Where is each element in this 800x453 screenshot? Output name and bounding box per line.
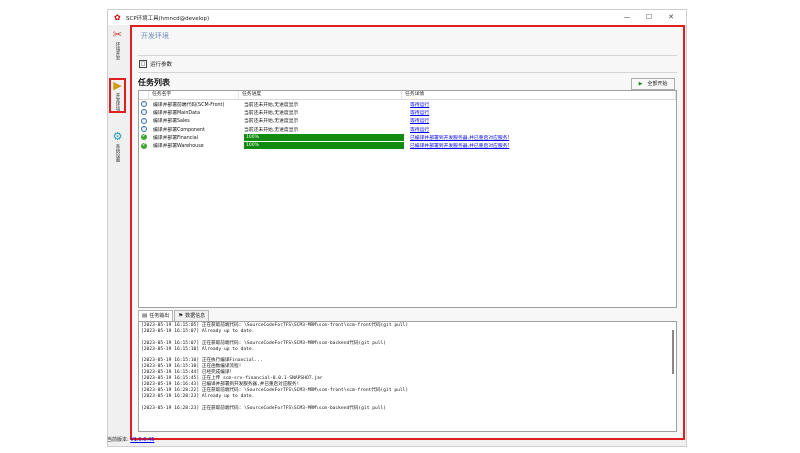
task-detail-link[interactable]: 等待运行 (407, 126, 676, 133)
task-progress: 当前还未开始,无进度显示 (243, 126, 407, 133)
pending-chevron-icon: ˅ (141, 101, 147, 108)
header-task-progress: 任务进度 (239, 91, 402, 99)
header-task-detail: 任务详情 (402, 91, 676, 99)
window-title: SCP环境工具(hmncd@develop) (126, 15, 210, 22)
status-cell: ˅ (139, 109, 149, 116)
run-params-label: 运行参数 (150, 62, 173, 68)
table-row[interactable]: ˅ 编译并部署前端代码(SCM-Front) 当前还未开始,无进度显示 等待运行 (139, 100, 676, 108)
table-row[interactable]: ˅ 编译并部署Component 当前还未开始,无进度显示 等待运行 (139, 125, 676, 133)
task-name: 编译并部署MainData (153, 110, 200, 116)
task-list-title: 任务列表 (138, 78, 170, 87)
task-name: 编译并部署Component (153, 127, 205, 133)
tab-task-output[interactable]: ▤ 任务输出 (138, 310, 174, 321)
table-row[interactable]: ˅ 编译并部署Sales 当前还未开始,无进度显示 等待运行 (139, 117, 676, 125)
sidebar-item-settings[interactable]: ⚙ 系统设置 (109, 130, 126, 163)
task-progress: 100% (243, 133, 407, 141)
task-detail-link[interactable]: 等待运行 (407, 117, 676, 124)
expand-icon: □ (139, 60, 147, 68)
progress-text: 当前还未开始,无进度显示 (244, 110, 299, 116)
tab-data-info[interactable]: ⚑ 数据信息 (174, 310, 210, 321)
sidebar-item-dev-env[interactable]: ▶ 开发环境 (109, 78, 126, 113)
output-icon: ▤ (142, 313, 148, 319)
status-cell: ✔ (139, 142, 149, 149)
tab-label: 数据信息 (185, 313, 206, 319)
output-tabs: ▤ 任务输出 ⚑ 数据信息 (138, 310, 210, 321)
progress-bar: 100% (244, 133, 404, 141)
task-detail-link[interactable]: 等待运行 (407, 109, 676, 116)
section-title: 开发环境 (141, 32, 169, 40)
task-progress: 100% (243, 142, 407, 150)
pending-chevron-icon: ˅ (141, 117, 147, 124)
task-rows: ˅ 编译并部署前端代码(SCM-Front) 当前还未开始,无进度显示 等待运行 ˅ 编译… (139, 100, 676, 150)
task-progress: 当前还未开始,无进度显示 (243, 101, 407, 108)
header-status (139, 91, 149, 99)
task-grid: 任务名字 任务进度 任务详情 ˅ 编译并部署前端代码(SCM-Front) 当前还未… (138, 90, 677, 308)
sidebar: ✂ 环境开发 ▶ 开发环境 ⚙ 系统设置 (108, 25, 127, 446)
pending-chevron-icon: ˅ (141, 109, 147, 116)
status-cell: ✔ (139, 134, 149, 141)
table-row[interactable]: ✔ 编译并部署Financial 100% 已编译并部署到开发服务器,并已重启对应服务… (139, 133, 676, 141)
task-name: 编译并部署前端代码(SCM-Front) (153, 102, 225, 108)
status-cell: ˅ (139, 101, 149, 108)
tab-label: 任务输出 (149, 313, 170, 319)
task-name: 编译并部署Financial (153, 135, 198, 141)
main-panel: 开发环境 □ 运行参数 任务列表 ▶ 全部开始 任务名字 任务进度 任务详情 ˅ 编… (130, 25, 685, 440)
check-circle-icon: ✔ (141, 142, 147, 149)
tags-icon: ⚑ (178, 313, 184, 319)
divider (138, 72, 677, 73)
check-circle-icon: ✔ (141, 134, 147, 141)
version-label: 当前版本: (107, 437, 129, 443)
start-all-label: 全部开始 (647, 81, 668, 87)
app-window: ✿ SCP环境工具(hmncd@develop) — ☐ ✕ ✂ 环境开发 ▶ … (107, 9, 687, 447)
progress-text: 当前还未开始,无进度显示 (244, 119, 299, 125)
table-row[interactable]: ✔ 编译并部署Warehouse 100% 已编译并部署到开发服务器,并已重启对应服务… (139, 141, 676, 150)
sidebar-item-label: 环境开发 (115, 42, 120, 60)
task-detail-link[interactable]: 已编译并部署到开发服务器,并已重启对应服务! (407, 134, 676, 141)
sidebar-item-label: 开发环境 (115, 93, 120, 111)
grid-header: 任务名字 任务进度 任务详情 (139, 91, 676, 100)
minimize-button[interactable]: — (616, 10, 638, 25)
task-detail-link[interactable]: 等待运行 (407, 101, 676, 108)
task-progress: 当前还未开始,无进度显示 (243, 117, 407, 124)
task-detail-link[interactable]: 已编译并部署到开发服务器,并已重启对应服务! (407, 142, 676, 149)
pending-chevron-icon: ˅ (141, 126, 147, 133)
start-all-button[interactable]: ▶ 全部开始 (631, 78, 675, 90)
title-bar: ✿ SCP环境工具(hmncd@develop) — ☐ ✕ (108, 10, 686, 25)
progress-bar: 100% (244, 142, 404, 150)
app-logo-icon: ✿ (114, 13, 121, 22)
version-footer: 当前版本: V1.0.0.45 (107, 436, 154, 443)
run-params-toggle[interactable]: □ 运行参数 (139, 60, 172, 68)
task-name: 编译并部署Sales (153, 119, 190, 125)
version-link[interactable]: V1.0.0.45 (130, 437, 154, 443)
task-progress: 当前还未开始,无进度显示 (243, 109, 407, 116)
play-icon: ▶ (638, 81, 643, 87)
maximize-button[interactable]: ☐ (638, 10, 660, 25)
task-name: 编译并部署Warehouse (153, 144, 204, 150)
log-text: [2023-05-19 16:15:05] 正在获取前端代码: \SourceC… (141, 323, 409, 411)
gear-icon: ⚙ (112, 130, 123, 143)
header-task-name: 任务名字 (149, 91, 239, 99)
progress-text: 当前还未开始,无进度显示 (244, 102, 299, 108)
status-cell: ˅ (139, 126, 149, 133)
progress-text: 当前还未开始,无进度显示 (244, 127, 299, 133)
sidebar-item-label: 系统设置 (115, 144, 120, 162)
status-cell: ˅ (139, 117, 149, 124)
close-button[interactable]: ✕ (660, 10, 682, 25)
log-scrollbar[interactable] (672, 330, 674, 374)
file-arrow-icon: ▶ (113, 79, 122, 92)
task-output-log[interactable]: [2023-05-19 16:15:05] 正在获取前端代码: \SourceC… (138, 321, 677, 432)
divider (138, 55, 677, 56)
table-row[interactable]: ˅ 编译并部署MainData 当前还未开始,无进度显示 等待运行 (139, 108, 676, 116)
window-controls: — ☐ ✕ (616, 10, 682, 25)
sidebar-item-env-dev[interactable]: ✂ 环境开发 (109, 28, 126, 61)
tools-icon: ✂ (112, 28, 123, 41)
